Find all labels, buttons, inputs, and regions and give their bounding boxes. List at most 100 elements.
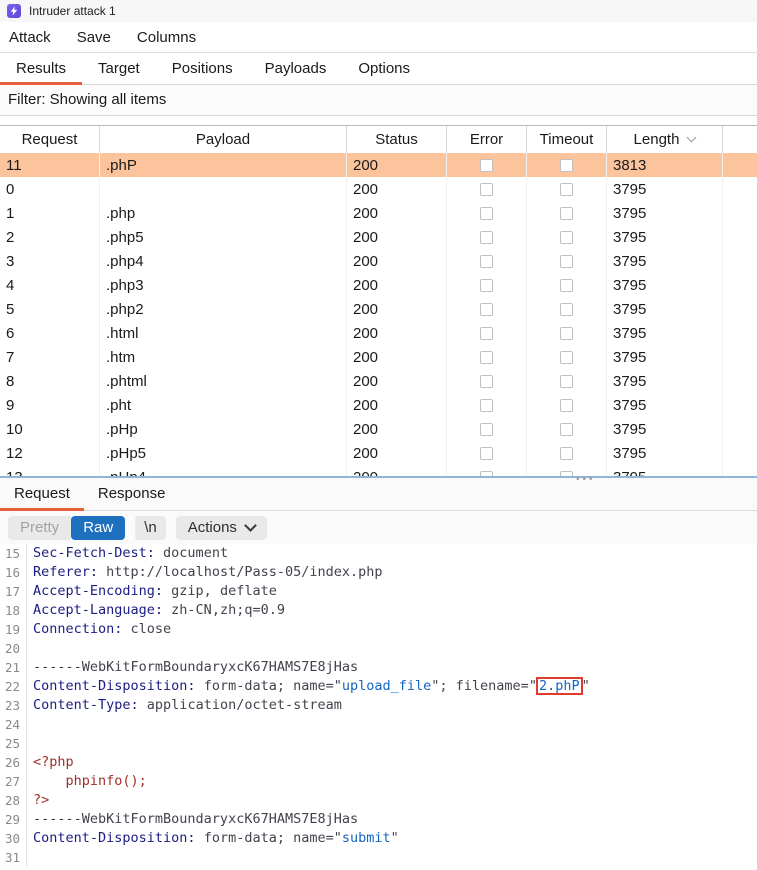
timeout-checkbox[interactable] (560, 351, 573, 364)
column-header-length[interactable]: Length (607, 126, 723, 153)
timeout-checkbox[interactable] (560, 231, 573, 244)
status-cell: 200 (347, 153, 447, 177)
column-header-request[interactable]: Request (0, 126, 100, 153)
row-filler (723, 201, 757, 225)
payload-cell: .phP (100, 153, 347, 177)
pretty-button[interactable]: Pretty (8, 516, 71, 540)
error-checkbox[interactable] (480, 399, 493, 412)
length-cell: 3795 (607, 297, 723, 321)
timeout-checkbox-cell (527, 417, 607, 441)
newline-toggle-button[interactable]: \n (135, 516, 166, 540)
timeout-checkbox[interactable] (560, 207, 573, 220)
row-filler (723, 153, 757, 177)
timeout-checkbox[interactable] (560, 327, 573, 340)
table-row[interactable]: 5.php22003795 (0, 297, 757, 321)
error-checkbox[interactable] (480, 255, 493, 268)
code-text: ?> (27, 791, 49, 810)
line-number: 26 (0, 753, 27, 772)
column-header-timeout[interactable]: Timeout (527, 126, 607, 153)
table-row[interactable]: 6.html2003795 (0, 321, 757, 345)
table-row[interactable]: 1.php2003795 (0, 201, 757, 225)
error-checkbox[interactable] (480, 303, 493, 316)
table-row[interactable]: 3.php42003795 (0, 249, 757, 273)
table-row[interactable]: 11.phP2003813 (0, 153, 757, 177)
error-checkbox[interactable] (480, 279, 493, 292)
splitter-handle-icon[interactable]: ••• (576, 477, 596, 483)
column-header-status[interactable]: Status (347, 126, 447, 153)
timeout-checkbox[interactable] (560, 375, 573, 388)
code-text: Content-Disposition: form-data; name="up… (27, 677, 590, 696)
menu-item-attack[interactable]: Attack (2, 29, 58, 46)
header-value: form-data; name=" (196, 830, 342, 846)
raw-button[interactable]: Raw (71, 516, 125, 540)
error-checkbox[interactable] (480, 447, 493, 460)
table-row[interactable]: 2.php52003795 (0, 225, 757, 249)
request-cell: 6 (0, 321, 100, 345)
tab-positions[interactable]: Positions (156, 53, 249, 84)
status-cell: 200 (347, 273, 447, 297)
timeout-checkbox-cell (527, 177, 607, 201)
code-text: Referer: http://localhost/Pass-05/index.… (27, 563, 383, 582)
code-line: 20 (0, 639, 757, 658)
code-line: 16Referer: http://localhost/Pass-05/inde… (0, 563, 757, 582)
request-cell: 2 (0, 225, 100, 249)
tab-options[interactable]: Options (342, 53, 426, 84)
header-value: close (122, 621, 171, 637)
column-header-payload[interactable]: Payload (100, 126, 347, 153)
timeout-checkbox[interactable] (560, 279, 573, 292)
error-checkbox[interactable] (480, 183, 493, 196)
table-row[interactable]: 9.pht2003795 (0, 393, 757, 417)
filter-bar[interactable]: Filter: Showing all items (0, 85, 757, 116)
message-tab-bar: RequestResponse (0, 478, 757, 511)
menu-item-save[interactable]: Save (70, 29, 118, 46)
error-checkbox-cell (447, 441, 527, 465)
length-cell: 3795 (607, 369, 723, 393)
error-checkbox[interactable] (480, 231, 493, 244)
actions-button[interactable]: Actions (176, 516, 267, 540)
tab-payloads[interactable]: Payloads (249, 53, 343, 84)
row-filler (723, 369, 757, 393)
column-header-error[interactable]: Error (447, 126, 527, 153)
timeout-checkbox[interactable] (560, 255, 573, 268)
tab-target[interactable]: Target (82, 53, 156, 84)
timeout-checkbox[interactable] (560, 447, 573, 460)
table-row[interactable]: 12.pHp52003795 (0, 441, 757, 465)
error-checkbox[interactable] (480, 207, 493, 220)
code-text (27, 639, 33, 658)
timeout-checkbox[interactable] (560, 159, 573, 172)
tab-results[interactable]: Results (0, 53, 82, 84)
error-checkbox[interactable] (480, 423, 493, 436)
table-row[interactable]: 4.php32003795 (0, 273, 757, 297)
header-name: Connection: (33, 621, 122, 637)
code-text: phpinfo(); (27, 772, 147, 791)
error-checkbox-cell (447, 177, 527, 201)
table-row[interactable]: 10.pHp2003795 (0, 417, 757, 441)
status-cell: 200 (347, 345, 447, 369)
line-number: 27 (0, 772, 27, 791)
table-row[interactable]: 8.phtml2003795 (0, 369, 757, 393)
timeout-checkbox[interactable] (560, 183, 573, 196)
timeout-checkbox[interactable] (560, 423, 573, 436)
payload-cell: .php2 (100, 297, 347, 321)
status-cell: 200 (347, 417, 447, 441)
table-row[interactable]: 7.htm2003795 (0, 345, 757, 369)
table-row[interactable]: 13.pHp42003795 (0, 465, 757, 476)
request-editor[interactable]: 15Sec-Fetch-Dest: document16Referer: htt… (0, 544, 757, 869)
timeout-checkbox[interactable] (560, 303, 573, 316)
timeout-checkbox[interactable] (560, 399, 573, 412)
line-number: 23 (0, 696, 27, 715)
error-checkbox-cell (447, 369, 527, 393)
message-tab-request[interactable]: Request (0, 478, 84, 510)
error-checkbox[interactable] (480, 375, 493, 388)
header-value: "; filename=" (431, 678, 537, 694)
menu-item-columns[interactable]: Columns (130, 29, 203, 46)
error-checkbox[interactable] (480, 327, 493, 340)
error-checkbox[interactable] (480, 159, 493, 172)
message-tab-response[interactable]: Response (84, 478, 180, 510)
timeout-checkbox-cell (527, 441, 607, 465)
table-row[interactable]: 02003795 (0, 177, 757, 201)
header-value: document (155, 545, 228, 561)
error-checkbox[interactable] (480, 351, 493, 364)
timeout-checkbox-cell (527, 393, 607, 417)
length-cell: 3795 (607, 177, 723, 201)
